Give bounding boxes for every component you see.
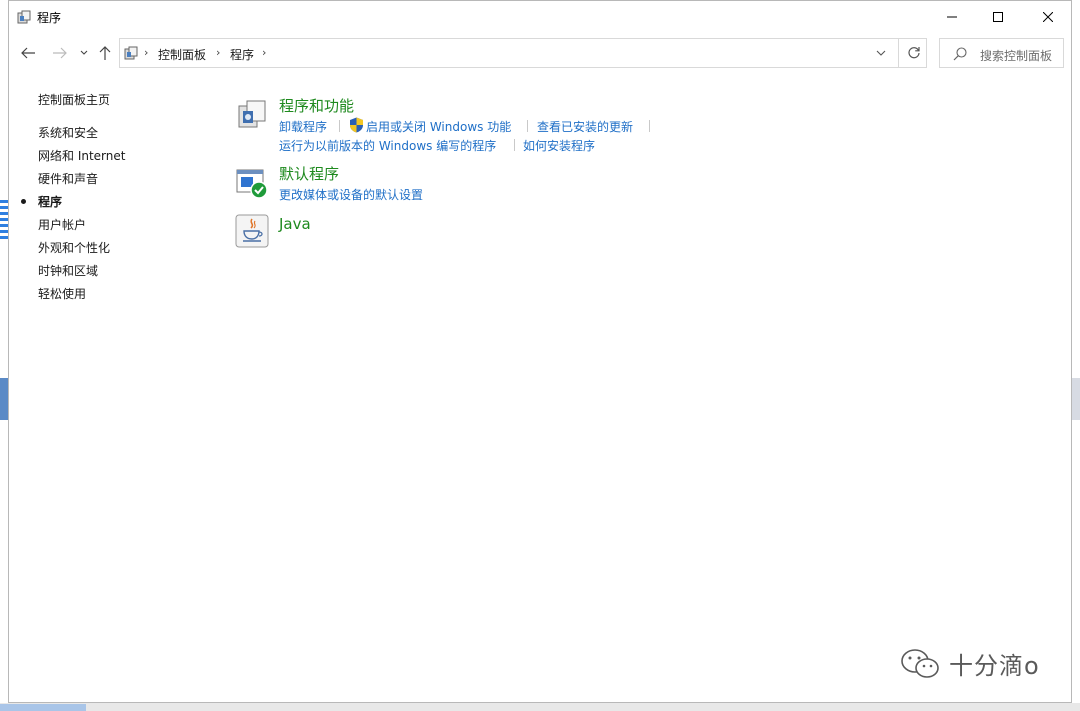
link-separator bbox=[514, 139, 515, 151]
breadcrumb-separator-icon[interactable]: › bbox=[262, 46, 266, 59]
watermark: 十分滴o bbox=[899, 646, 1040, 681]
link-compatibility[interactable]: 运行为以前版本的 Windows 编写的程序 bbox=[279, 137, 496, 154]
sidebar-item-user-accounts[interactable]: 用户帐户 bbox=[38, 216, 86, 233]
sidebar-item-control-panel-home[interactable]: 控制面板主页 bbox=[38, 91, 110, 108]
sidebar-item-network-internet[interactable]: 网络和 Internet bbox=[38, 147, 125, 164]
chevron-down-icon bbox=[876, 50, 886, 56]
link-media-device-defaults[interactable]: 更改媒体或设备的默认设置 bbox=[279, 186, 423, 203]
address-dropdown-button[interactable] bbox=[872, 44, 890, 62]
sidebar-item-appearance[interactable]: 外观和个性化 bbox=[38, 239, 110, 256]
address-bar[interactable]: › 控制面板 › 程序 › bbox=[119, 38, 927, 68]
window-title: 程序 bbox=[37, 11, 62, 25]
desktop-left-edge bbox=[0, 0, 8, 711]
watermark-text: 十分滴o bbox=[949, 652, 1040, 680]
breadcrumb-control-panel[interactable]: 控制面板 bbox=[158, 46, 206, 63]
category-title-default-programs[interactable]: 默认程序 bbox=[279, 163, 339, 184]
arrow-right-icon bbox=[53, 47, 67, 59]
desktop-left-icon-fragment bbox=[0, 200, 8, 240]
sidebar-item-programs[interactable]: 程序 bbox=[38, 193, 62, 210]
programs-features-icon[interactable] bbox=[235, 97, 269, 131]
control-panel-icon bbox=[17, 10, 31, 24]
refresh-button[interactable] bbox=[898, 38, 928, 68]
control-panel-icon bbox=[124, 46, 138, 60]
link-installed-updates[interactable]: 查看已安装的更新 bbox=[537, 118, 633, 135]
close-icon bbox=[1043, 12, 1053, 22]
control-panel-window: 程序 › 控制面板 › 程序 › 搜索控制面板 控制面板主页 系统和安全 网络和… bbox=[8, 0, 1072, 703]
minimize-icon bbox=[947, 16, 957, 18]
link-separator bbox=[339, 120, 340, 132]
chevron-down-icon bbox=[80, 50, 88, 55]
desktop-bottom-band bbox=[0, 704, 86, 711]
breadcrumb-separator-icon[interactable]: › bbox=[216, 46, 220, 59]
maximize-button[interactable] bbox=[975, 1, 1021, 33]
link-separator bbox=[527, 120, 528, 132]
navigation-bar: › 控制面板 › 程序 › 搜索控制面板 bbox=[9, 35, 1071, 71]
link-separator bbox=[649, 120, 650, 132]
arrow-up-icon bbox=[99, 46, 111, 60]
breadcrumb-separator-icon[interactable]: › bbox=[144, 46, 148, 59]
sidebar-item-clock-region[interactable]: 时钟和区域 bbox=[38, 262, 98, 279]
close-button[interactable] bbox=[1025, 1, 1071, 33]
up-button[interactable] bbox=[95, 41, 115, 65]
link-windows-features[interactable]: 启用或关闭 Windows 功能 bbox=[366, 118, 511, 135]
category-title-programs-features[interactable]: 程序和功能 bbox=[279, 95, 354, 116]
wechat-icon bbox=[901, 648, 939, 678]
refresh-icon bbox=[907, 47, 920, 59]
minimize-button[interactable] bbox=[929, 1, 975, 33]
maximize-icon bbox=[993, 12, 1003, 22]
back-button[interactable] bbox=[17, 41, 39, 65]
uac-shield-icon bbox=[350, 117, 363, 133]
desktop-right-band bbox=[1072, 378, 1080, 420]
search-icon bbox=[953, 47, 967, 61]
java-icon[interactable] bbox=[235, 214, 269, 248]
link-uninstall-program[interactable]: 卸载程序 bbox=[279, 118, 327, 135]
title-bar[interactable]: 程序 bbox=[9, 1, 1071, 33]
desktop-right-edge bbox=[1072, 0, 1080, 711]
default-programs-icon[interactable] bbox=[235, 166, 269, 200]
recent-locations-button[interactable] bbox=[77, 41, 91, 65]
desktop-bottom-edge bbox=[0, 703, 1080, 711]
search-box[interactable]: 搜索控制面板 bbox=[939, 38, 1064, 68]
sidebar-item-ease-of-access[interactable]: 轻松使用 bbox=[38, 285, 86, 302]
arrow-left-icon bbox=[21, 47, 35, 59]
breadcrumb-programs[interactable]: 程序 bbox=[230, 46, 254, 63]
link-how-to-install[interactable]: 如何安装程序 bbox=[523, 137, 595, 154]
category-title-java[interactable]: Java bbox=[279, 215, 311, 233]
desktop-left-band bbox=[0, 378, 8, 420]
forward-button[interactable] bbox=[49, 41, 71, 65]
search-placeholder: 搜索控制面板 bbox=[980, 49, 1053, 63]
active-bullet-icon bbox=[21, 199, 26, 204]
sidebar-item-system-security[interactable]: 系统和安全 bbox=[38, 124, 98, 141]
sidebar-item-hardware-sound[interactable]: 硬件和声音 bbox=[38, 170, 98, 187]
